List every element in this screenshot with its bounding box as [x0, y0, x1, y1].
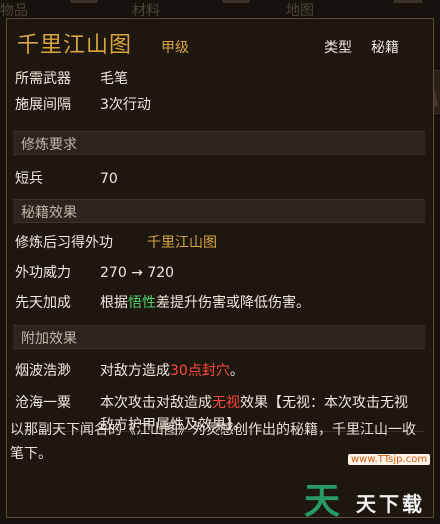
stat-row-interval: 施展间隔 3次行动 [7, 93, 433, 117]
extra-effect-highlight: 无视 [212, 395, 240, 411]
background-divider [222, 0, 250, 3]
extra-effect-suffix: 。 [229, 363, 244, 379]
item-name: 千里江山图 [17, 33, 133, 58]
background-divider [394, 0, 422, 3]
section-title: 附加效果 [21, 331, 77, 347]
attribute-bonus-prefix: 根据 [100, 295, 128, 311]
attribute-bonus-label: 先天加成 [15, 295, 71, 311]
stat-row-weapon: 所需武器 毛笔 [7, 67, 433, 91]
extra-effect-value: 对敌方造成30点封穴。 [100, 359, 244, 383]
stat-label: 所需武器 [15, 71, 71, 87]
item-type-value: 秘籍 [371, 40, 399, 56]
tooltip-header: 千里江山图 甲级 类型 秘籍 [7, 19, 433, 65]
extra-effect-highlight: 30点封穴 [170, 363, 230, 379]
attribute-bonus-suffix: 差提升伤害或降低伤害。 [156, 295, 310, 311]
background-tab-items[interactable]: 物品 [0, 0, 28, 20]
item-grade: 甲级 [161, 40, 189, 56]
watermark-text: 天下载 [356, 492, 425, 516]
extra-effect-label: 烟波浩渺 [15, 363, 71, 379]
section-manual-effects: 秘籍效果 [13, 199, 425, 223]
stat-value: 3次行动 [100, 97, 151, 113]
extra-effect-label: 沧海一粟 [15, 395, 71, 411]
section-title: 秘籍效果 [21, 205, 77, 221]
section-title: 修炼要求 [21, 137, 77, 153]
requirement-label: 短兵 [15, 171, 43, 187]
stat-label: 施展间隔 [15, 97, 71, 113]
watermark: www.TTsjp.com 天 天下载 [304, 446, 440, 522]
extra-effect-prefix: 对敌方造成 [100, 363, 170, 379]
attribute-bonus-row: 先天加成 根据悟性差提升伤害或降低伤害。 [7, 291, 433, 315]
background-divider [70, 0, 98, 3]
learn-label: 修炼后习得外功 [15, 235, 113, 251]
item-type-label: 类型 [324, 40, 352, 56]
section-requirements: 修炼要求 [13, 131, 425, 155]
attribute-bonus-value: 根据悟性差提升伤害或降低伤害。 [100, 291, 310, 315]
power-value: 270 → 720 [100, 265, 175, 281]
power-row: 外功威力 270 → 720 [7, 261, 433, 285]
extra-effect-row-1: 烟波浩渺 对敌方造成30点封穴。 [7, 359, 433, 383]
extra-effect-prefix: 本次攻击对敌造成 [100, 395, 212, 411]
learn-value: 千里江山图 [147, 235, 217, 251]
learn-row: 修炼后习得外功 千里江山图 [7, 231, 433, 255]
attribute-bonus-highlight: 悟性 [128, 295, 156, 311]
background-tab-materials[interactable]: 材料 [132, 0, 160, 20]
watermark-url: www.TTsjp.com [348, 454, 431, 465]
stat-value: 毛笔 [100, 71, 128, 87]
requirement-row: 短兵 70 [7, 167, 433, 191]
power-label: 外功威力 [15, 265, 71, 281]
watermark-logo-mark: 天 [304, 481, 341, 522]
background-tab-map[interactable]: 地图 [286, 0, 314, 20]
requirement-value: 70 [100, 171, 118, 187]
section-extra-effects: 附加效果 [13, 325, 425, 349]
